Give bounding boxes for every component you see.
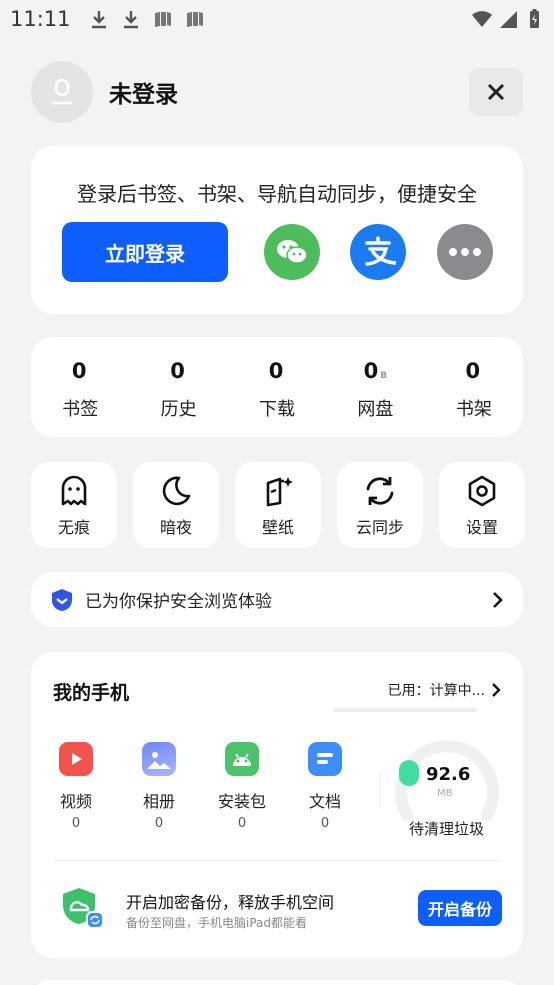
file-type-label: 相册 <box>142 792 175 811</box>
shield-icon <box>52 588 72 611</box>
stat-bookmarks[interactable]: 0 书签 <box>31 337 129 437</box>
stat-cloud-drive[interactable]: 0B 网盘 <box>326 337 424 437</box>
document-icon <box>308 742 342 776</box>
divider <box>53 860 501 861</box>
status-bar: 11:11 <box>0 0 554 38</box>
junk-clean-label[interactable]: 待清理垃圾 <box>409 818 484 839</box>
stat-value: 0 <box>71 359 87 383</box>
video-icon <box>59 742 93 776</box>
stat-downloads[interactable]: 0 下载 <box>228 337 326 437</box>
chevron-right-icon <box>492 683 501 697</box>
junk-size-unit: MB <box>437 788 453 799</box>
my-phone-title: 我的手机 <box>53 682 130 704</box>
battery-icon <box>530 9 539 28</box>
backup-title: 开启加密备份，释放手机空间 <box>126 893 335 912</box>
book-icon <box>186 12 203 27</box>
tool-label: 云同步 <box>355 518 404 537</box>
close-button[interactable] <box>469 68 523 116</box>
storage-usage-bar <box>333 708 477 712</box>
stat-bookshelf[interactable]: 0 书架 <box>425 337 523 437</box>
file-type-label: 视频 <box>59 792 92 811</box>
more-login-options-button[interactable] <box>437 224 493 280</box>
stat-label: 历史 <box>160 399 197 420</box>
alipay-login-button[interactable] <box>350 224 406 280</box>
moon-icon <box>162 476 191 506</box>
file-type-count: 0 <box>237 816 247 831</box>
stat-value: 0 <box>363 359 379 383</box>
stats-card: 0 书签 0 历史 0 下载 0B 网盘 0 书架 <box>31 337 523 437</box>
encrypted-backup-icon <box>63 888 104 929</box>
account-header: 未登录 <box>31 61 523 123</box>
user-icon <box>52 78 72 105</box>
download-icon <box>123 11 138 29</box>
tool-incognito[interactable]: 无痕 <box>31 462 117 548</box>
wallpaper-icon <box>266 477 293 507</box>
storage-usage-text: 已用：计算中... <box>387 683 485 699</box>
wechat-login-button[interactable] <box>264 224 320 280</box>
tool-cloud-sync[interactable]: 云同步 <box>337 462 423 548</box>
login-status-title[interactable]: 未登录 <box>109 75 178 109</box>
stat-label: 下载 <box>259 399 296 420</box>
stat-unit: B <box>380 371 388 381</box>
file-type-video[interactable]: 视频 0 <box>41 742 111 831</box>
ghost-icon <box>61 475 87 506</box>
stat-label: 网盘 <box>357 399 394 420</box>
avatar[interactable] <box>31 61 93 123</box>
sync-icon <box>366 477 394 505</box>
tool-label: 无痕 <box>57 518 90 537</box>
status-time: 11:11 <box>10 7 71 31</box>
file-type-count: 0 <box>154 816 164 831</box>
login-prompt: 登录后书签、书架、导航自动同步，便捷安全 <box>77 182 477 206</box>
file-type-album[interactable]: 相册 0 <box>124 742 194 831</box>
security-text: 已为你保护安全浏览体验 <box>85 592 272 612</box>
stat-value: 0 <box>170 359 185 383</box>
my-phone-card: 我的手机 已用：计算中... 视频 0 相册 0 安装包 0 文档 0 92.6… <box>31 652 523 958</box>
close-icon <box>487 83 505 101</box>
file-type-document[interactable]: 文档 0 <box>290 742 360 831</box>
storage-usage[interactable]: 已用：计算中... <box>388 680 501 700</box>
enable-backup-button[interactable]: 开启备份 <box>418 890 502 926</box>
stat-history[interactable]: 0 历史 <box>129 337 227 437</box>
tool-label: 壁纸 <box>261 518 294 537</box>
file-type-apk[interactable]: 安装包 0 <box>207 742 277 831</box>
more-icon <box>449 248 481 256</box>
backup-subtitle: 备份至网盘，手机电脑iPad都能看 <box>126 916 308 930</box>
chevron-right-icon <box>493 591 503 608</box>
file-type-count: 0 <box>320 816 330 831</box>
junk-gauge-indicator <box>399 760 419 786</box>
stat-label: 书架 <box>455 399 492 420</box>
tool-label: 暗夜 <box>159 518 192 537</box>
book-icon <box>154 12 171 27</box>
wechat-icon <box>277 240 308 264</box>
tool-wallpaper[interactable]: 壁纸 <box>235 462 321 548</box>
file-type-count: 0 <box>71 816 81 831</box>
next-card-edge <box>31 980 523 985</box>
stat-value: 0 <box>268 359 284 383</box>
wifi-icon <box>472 11 492 27</box>
tool-night-mode[interactable]: 暗夜 <box>133 462 219 548</box>
tool-settings[interactable]: 设置 <box>439 462 525 548</box>
stat-label: 书签 <box>62 399 99 420</box>
file-type-label: 文档 <box>308 792 341 811</box>
login-card: 登录后书签、书架、导航自动同步，便捷安全 立即登录 <box>31 146 523 314</box>
tool-label: 设置 <box>465 518 498 537</box>
login-button[interactable]: 立即登录 <box>62 222 228 282</box>
divider <box>380 772 381 808</box>
signal-icon <box>500 11 517 28</box>
file-type-label: 安装包 <box>217 792 266 811</box>
junk-size-value: 92.6 <box>426 764 471 785</box>
android-icon <box>225 742 259 776</box>
stat-value: 0 <box>465 359 481 383</box>
settings-icon <box>468 475 496 507</box>
album-icon <box>142 742 176 776</box>
alipay-icon <box>365 236 396 266</box>
security-banner[interactable]: 已为你保护安全浏览体验 <box>31 572 523 627</box>
download-icon <box>91 11 106 29</box>
